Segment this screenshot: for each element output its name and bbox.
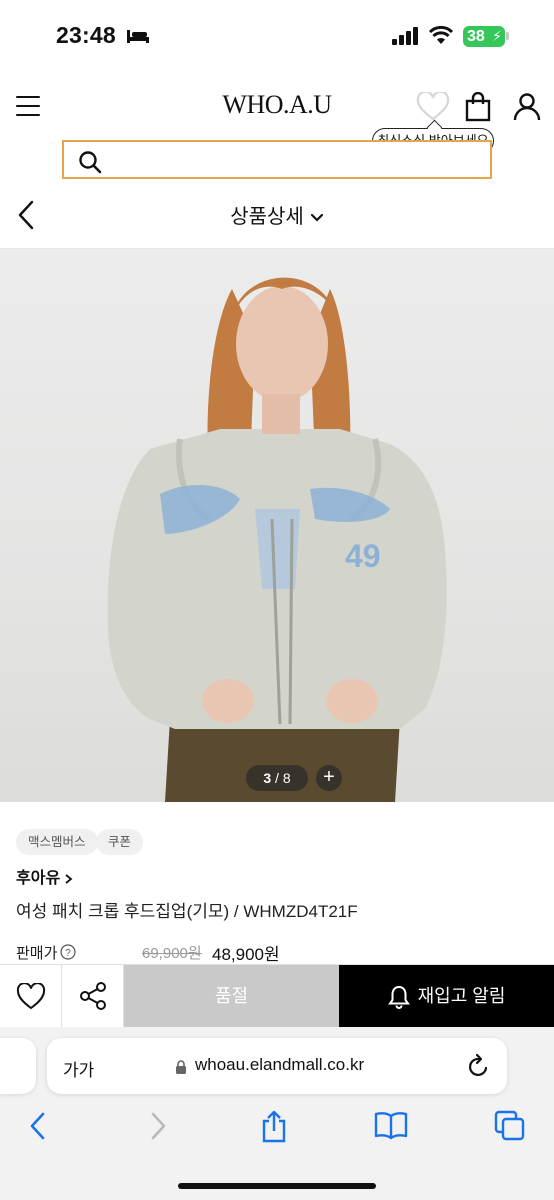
svg-text:?: ? — [65, 948, 71, 959]
chevron-right-icon — [65, 874, 73, 884]
menu-icon-bar — [16, 104, 40, 108]
product-name: 여성 패치 크롭 후드집업(기모) / WHMZD4T21F — [16, 902, 358, 921]
browser-back-icon[interactable] — [28, 1110, 48, 1142]
svg-text:49: 49 — [345, 538, 381, 574]
url-text: whoau.elandmall.co.kr — [195, 1055, 365, 1074]
image-counter-total: 8 — [282, 770, 291, 786]
bookmarks-book-icon[interactable] — [374, 1110, 408, 1140]
wishlist-heart-icon[interactable] — [416, 92, 450, 122]
help-circle-icon[interactable]: ? — [60, 944, 76, 960]
bell-icon — [387, 986, 410, 1010]
tabs-overview-icon[interactable] — [494, 1110, 526, 1142]
sale-price: 48,900원 — [212, 945, 280, 964]
search-input[interactable] — [114, 146, 474, 174]
restock-alert-label: 재입고 알림 — [417, 986, 506, 1006]
text-size-button[interactable]: 가가 — [63, 1056, 94, 1081]
shopping-bag-icon[interactable] — [465, 92, 491, 122]
tag-max-members: 맥스멤버스 — [16, 829, 98, 855]
image-counter-current: 3 — [263, 770, 272, 786]
menu-icon-bar — [16, 96, 40, 99]
price-label: 판매가 — [16, 945, 58, 962]
sleep-focus-icon — [127, 30, 149, 43]
previous-tab-peek[interactable] — [0, 1038, 36, 1094]
like-button[interactable] — [0, 965, 62, 1028]
search-box[interactable] — [62, 140, 492, 179]
product-photo-illustration: 49 — [107, 277, 447, 802]
page-title: 상품상세 — [230, 206, 304, 228]
address-bar[interactable]: 가가 whoau.elandmall.co.kr — [47, 1038, 507, 1094]
chevron-down-icon — [310, 213, 323, 222]
charging-icon: ⚡ — [492, 28, 502, 44]
battery-indicator: 38 ⚡ — [463, 26, 505, 47]
purchase-action-bar: 품절 재입고 알림 — [0, 964, 554, 1028]
brand-link[interactable]: 후아유 — [16, 864, 75, 888]
battery-cap — [506, 32, 509, 40]
original-price: 69,900원 — [142, 945, 202, 962]
status-time: 23:48 — [56, 22, 116, 48]
reload-icon[interactable] — [467, 1053, 491, 1079]
brand-name: 후아유 — [16, 870, 61, 887]
share-button[interactable] — [62, 965, 124, 1028]
cellular-signal-icon — [392, 27, 418, 45]
restock-alert-button[interactable]: 재입고 알림 — [339, 965, 554, 1028]
share-sheet-icon[interactable] — [260, 1110, 288, 1144]
battery-level: 38 — [467, 28, 485, 45]
user-account-icon[interactable] — [513, 92, 541, 122]
search-icon — [79, 151, 102, 174]
browser-forward-icon[interactable] — [148, 1110, 168, 1142]
tag-coupon: 쿠폰 — [96, 829, 144, 855]
product-image[interactable]: 49 — [0, 249, 554, 802]
heart-icon — [16, 983, 46, 1010]
zoom-plus-button[interactable]: + — [316, 765, 342, 791]
menu-icon-bar — [16, 113, 40, 116]
menu-button[interactable] — [16, 96, 40, 118]
status-bar: 23:48 38 ⚡ — [0, 0, 554, 72]
image-counter: 3 / 8 — [246, 765, 308, 791]
wifi-icon — [428, 25, 454, 44]
home-indicator — [178, 1183, 376, 1189]
lock-icon — [176, 1060, 186, 1074]
share-icon — [80, 982, 106, 1010]
page-title-dropdown[interactable]: 상품상세 — [0, 200, 554, 229]
soldout-button[interactable]: 품절 — [124, 965, 339, 1028]
